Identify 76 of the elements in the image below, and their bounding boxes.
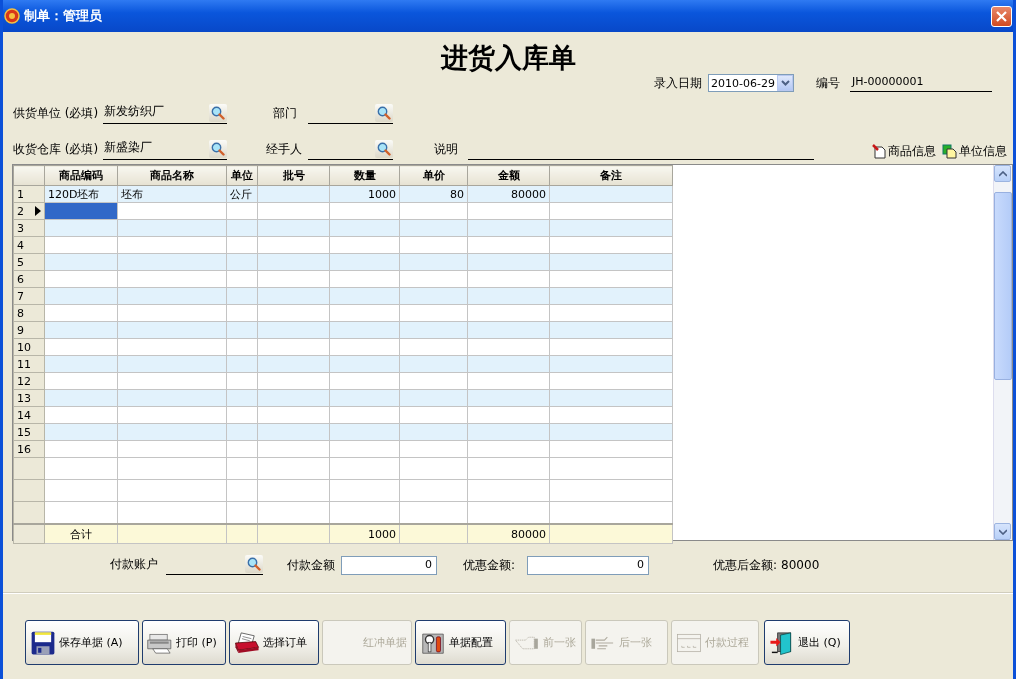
field-label: 供货单位 (必填) bbox=[13, 105, 100, 122]
column-header[interactable]: 商品名称 bbox=[117, 165, 227, 186]
input-field[interactable]: 新发纺织厂 bbox=[103, 103, 209, 123]
input-field[interactable]: 0 bbox=[527, 555, 650, 575]
search-icon bbox=[377, 142, 391, 156]
column-header[interactable]: 批号 bbox=[257, 165, 330, 186]
input-field[interactable]: 0 bbox=[341, 555, 437, 575]
row-number: 4 bbox=[17, 238, 24, 252]
column-header[interactable]: 数量 bbox=[329, 165, 400, 186]
row-number: 14 bbox=[17, 408, 31, 422]
field-label: 优惠金额: bbox=[463, 556, 516, 574]
toolbar-button[interactable]: 选择订单 bbox=[229, 620, 319, 665]
total-value: 80000 bbox=[781, 558, 820, 572]
search-icon bbox=[247, 557, 261, 571]
field-label: 优惠后金额: bbox=[713, 556, 778, 574]
dropdown-button[interactable] bbox=[777, 75, 793, 91]
search-icon bbox=[211, 106, 225, 120]
document-icon bbox=[872, 144, 886, 159]
column-header[interactable]: 单价 bbox=[399, 165, 468, 186]
link[interactable]: 单位信息 bbox=[942, 143, 1007, 160]
input-field[interactable]: 新盛染厂 bbox=[103, 139, 209, 159]
search-button[interactable] bbox=[245, 555, 263, 573]
app-icon bbox=[4, 8, 20, 24]
field-label: 说明 bbox=[434, 141, 458, 158]
row-number: 11 bbox=[17, 357, 31, 371]
column-header[interactable]: 金额 bbox=[467, 165, 550, 186]
close-button[interactable] bbox=[991, 5, 1012, 27]
column-header[interactable]: 单位 bbox=[226, 165, 258, 186]
scroll-down-icon bbox=[998, 528, 1007, 535]
field-label: 付款金额 bbox=[287, 556, 335, 574]
row-number: 5 bbox=[17, 255, 24, 269]
row-number: 13 bbox=[17, 391, 31, 405]
field-label: 付款账户 bbox=[110, 556, 159, 573]
toolbar-button[interactable]: 保存单据 (A) bbox=[25, 620, 139, 665]
search-button[interactable] bbox=[375, 104, 393, 122]
scroll-up-icon bbox=[998, 170, 1007, 177]
row-number: 3 bbox=[17, 221, 24, 235]
field-label: 编号 bbox=[816, 74, 840, 92]
field-label: 收货仓库 (必填) bbox=[13, 141, 100, 158]
table-cell: 合计 bbox=[44, 524, 118, 544]
row-number: 12 bbox=[17, 374, 31, 388]
row-number: 2 bbox=[17, 204, 24, 218]
search-button[interactable] bbox=[209, 140, 227, 158]
link[interactable]: 商品信息 bbox=[872, 143, 936, 160]
row-number: 9 bbox=[17, 323, 24, 337]
card-file-icon bbox=[234, 629, 260, 656]
row-number: 6 bbox=[17, 272, 24, 286]
search-icon bbox=[377, 106, 391, 120]
search-button[interactable] bbox=[209, 104, 227, 122]
date-picker[interactable]: 2010-06-29 bbox=[708, 74, 794, 92]
row-number: 16 bbox=[17, 442, 31, 456]
column-header[interactable]: 商品编码 bbox=[44, 165, 118, 186]
field-label: 经手人 bbox=[266, 141, 303, 158]
field-label: 部门 bbox=[273, 105, 298, 122]
close-icon bbox=[996, 10, 1007, 22]
row-number: 10 bbox=[17, 340, 31, 354]
table-cell: 80000 bbox=[467, 524, 550, 544]
field-label: 录入日期 bbox=[654, 74, 702, 92]
table-cell: 1000 bbox=[329, 524, 400, 544]
toolbar-button[interactable]: 打印 (P) bbox=[142, 620, 226, 665]
search-icon bbox=[211, 142, 225, 156]
documents-icon bbox=[942, 144, 957, 159]
search-button[interactable] bbox=[375, 140, 393, 158]
row-number: 7 bbox=[17, 289, 24, 303]
window-title: 制单：管理员 bbox=[24, 7, 102, 25]
row-number: 8 bbox=[17, 306, 24, 320]
toolbar-button[interactable]: 退出 (Q) bbox=[764, 620, 850, 665]
scrollbar[interactable] bbox=[993, 165, 1012, 540]
chevron-down-icon bbox=[780, 80, 790, 86]
column-header[interactable]: 备注 bbox=[549, 165, 673, 186]
row-number: 1 bbox=[17, 187, 24, 201]
row-number: 15 bbox=[17, 425, 31, 439]
toolbar-button[interactable]: 单据配置 bbox=[415, 620, 506, 665]
input-field[interactable]: JH-00000001 bbox=[850, 74, 992, 92]
row-pointer-icon bbox=[35, 206, 41, 216]
form-title: 进货入库单 bbox=[439, 41, 577, 74]
